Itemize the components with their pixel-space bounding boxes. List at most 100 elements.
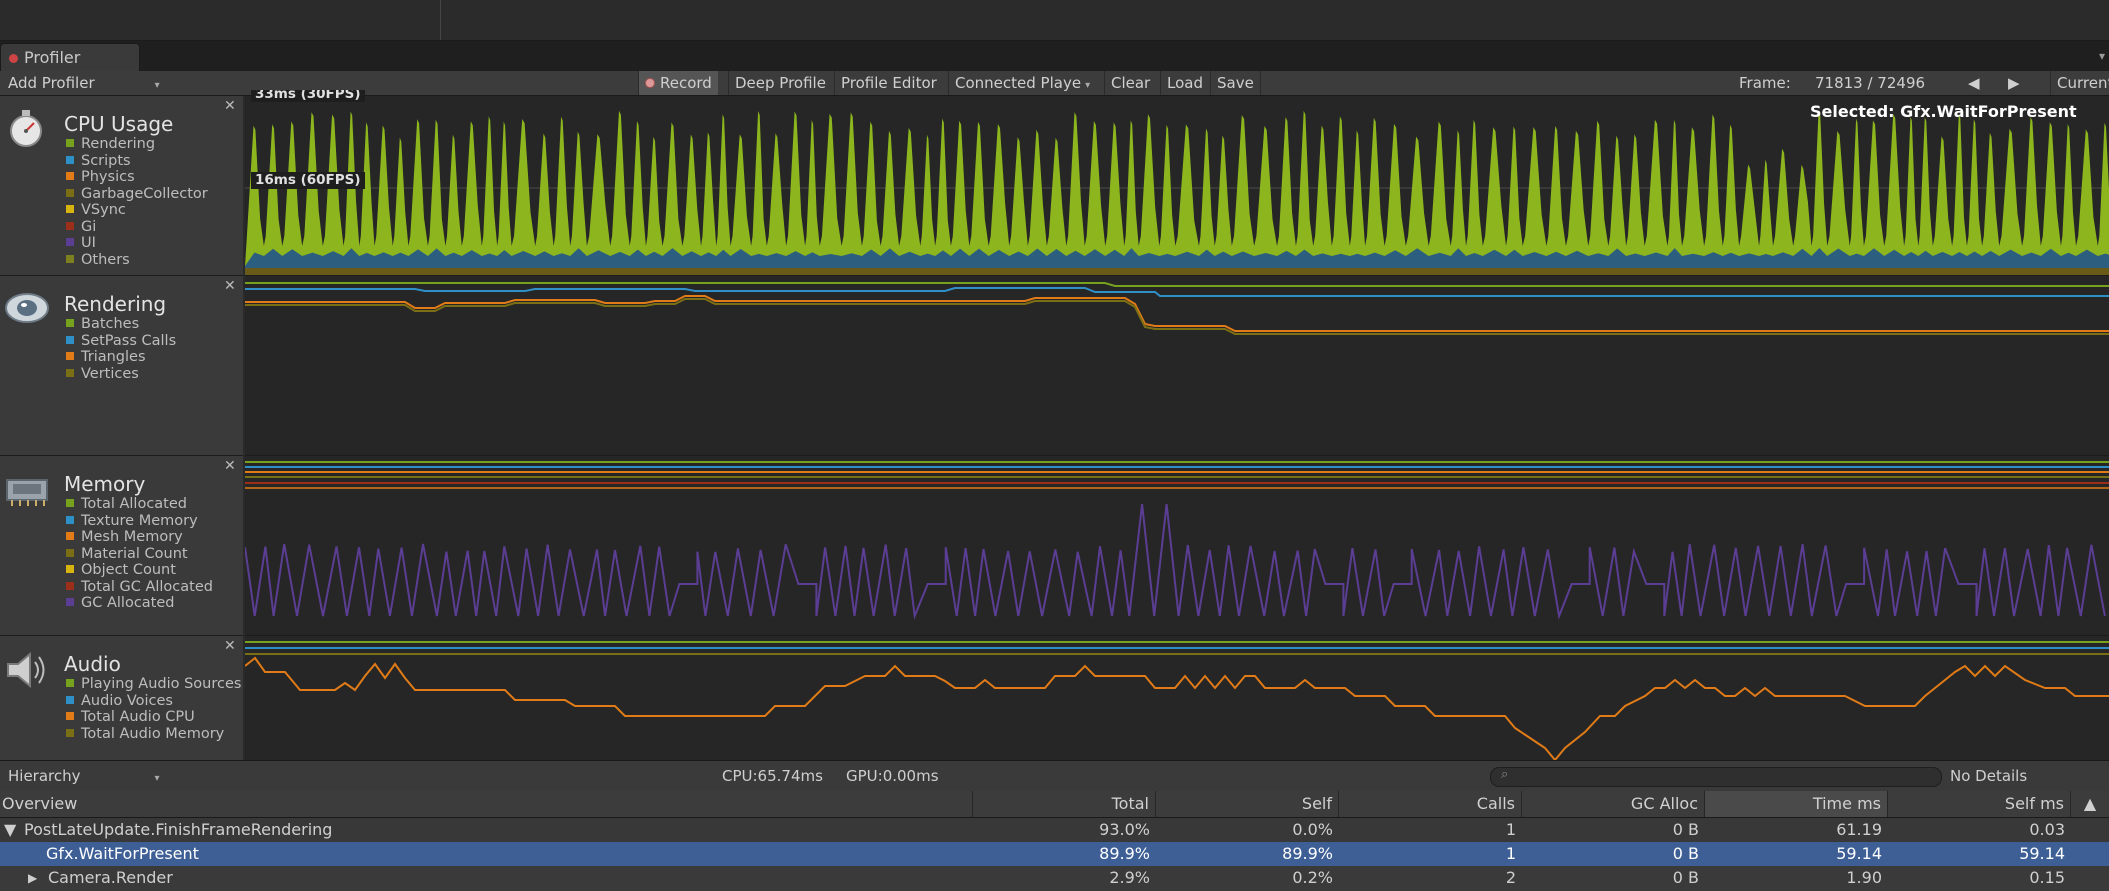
module-cpu-usage[interactable]: CPU Usage ✕ Rendering Scripts Physics Ga… [0,96,243,276]
legend-audio-playing-audio-sources[interactable]: Playing Audio Sources [66,676,241,693]
legend-rendering-triangles[interactable]: Triangles [66,349,146,366]
column-header-calls[interactable]: Calls [1339,791,1522,817]
legend-memory-texture-memory[interactable]: Texture Memory [66,513,198,530]
next-frame-icon[interactable]: ▶ [2008,71,2020,95]
row-name: PostLateUpdate.FinishFrameRendering [24,820,333,839]
legend-swatch [66,352,74,360]
legend-cpu-rendering[interactable]: Rendering [66,136,155,153]
legend-swatch [66,319,74,327]
audio-chart[interactable] [244,636,2109,762]
column-header-gc-alloc[interactable]: GC Alloc [1522,791,1705,817]
close-icon[interactable]: ✕ [224,638,236,654]
legend-cpu-gi[interactable]: Gi [66,219,96,236]
record-button[interactable]: Record [638,71,718,95]
row-expander-icon[interactable]: ▶ [28,866,37,890]
legend-swatch [66,679,74,687]
cpu-usage-graph[interactable]: 33ms (30FPS) 16ms (60FPS) Selected: Gfx.… [245,90,2109,276]
legend-memory-material-count[interactable]: Material Count [66,546,188,563]
legend-audio-total-audio-memory[interactable]: Total Audio Memory [66,726,224,743]
legend-cpu-scripts[interactable]: Scripts [66,153,131,170]
tab-profiler-label: Profiler [24,48,81,67]
legend-memory-gc-allocated[interactable]: GC Allocated [66,595,175,612]
legend-label: GarbageCollector [81,185,208,202]
profile-editor-button[interactable]: Profile Editor [834,71,943,95]
legend-swatch [66,155,74,164]
row-expander-icon[interactable]: ▼ [4,818,16,842]
legend-label: Mesh Memory [81,529,183,545]
legend-audio-audio-voices[interactable]: Audio Voices [66,693,173,710]
tab-profiler[interactable]: Profiler [0,43,140,71]
legend-cpu-physics[interactable]: Physics [66,169,135,186]
row-self-ms: 0.03 [2029,820,2065,839]
current-frame-button[interactable]: Current [2050,71,2109,95]
tab-menu-chevron-down-icon[interactable]: ▾ [2099,49,2105,63]
gpu-time-label: GPU:0.00ms [846,767,939,785]
view-mode-dropdown[interactable]: Hierarchy ▾ [8,761,178,794]
load-button[interactable]: Load [1160,71,1209,95]
view-mode-label: Hierarchy [8,767,81,785]
module-memory[interactable]: Memory ✕ Total Allocated Texture Memory … [0,456,243,636]
legend-swatch [66,205,74,213]
column-header-total[interactable]: Total [973,791,1156,817]
column-header-time-ms[interactable]: Time ms [1705,791,1888,817]
cpu-stopwatch-icon [10,110,42,147]
rendering-chart[interactable] [245,276,2109,455]
search-input[interactable]: ⌕ [1490,767,1942,787]
table-row[interactable]: ▶ Camera.Render 2.9% 0.2% 2 0 B 1.90 0.1… [0,866,2109,891]
legend-memory-total-allocated[interactable]: Total Allocated [66,496,187,513]
cpu-usage-chart[interactable] [245,96,2109,275]
legend-memory-mesh-memory[interactable]: Mesh Memory [66,529,183,546]
legend-rendering-vertices[interactable]: Vertices [66,366,139,383]
legend-swatch [66,712,74,720]
legend-cpu-garbagecollector[interactable]: GarbageCollector [66,186,208,203]
legend-audio-total-audio-cpu[interactable]: Total Audio CPU [66,709,195,726]
legend-cpu-ui[interactable]: UI [66,235,96,252]
memory-graph[interactable] [244,456,2109,636]
close-icon[interactable]: ✕ [224,98,236,114]
audio-speaker-icon [7,651,45,689]
connected-player-label: Connected Playe [955,74,1082,92]
hierarchy-table-header: Overview Total Self Calls GC Alloc Time … [0,791,2109,818]
sort-up-icon[interactable]: ▲ [2071,791,2109,817]
clear-button[interactable]: Clear [1104,71,1156,95]
legend-swatch [66,515,74,524]
column-header-self-ms[interactable]: Self ms [1888,791,2071,817]
column-header-overview[interactable]: Overview [0,791,973,817]
connected-player-dropdown[interactable]: Connected Playe ▾ [948,71,1109,95]
deep-profile-button[interactable]: Deep Profile [728,71,832,95]
legend-swatch [66,172,74,180]
legend-swatch [66,221,74,230]
legend-swatch [66,238,74,246]
add-profiler-label: Add Profiler [8,74,95,92]
column-header-self[interactable]: Self [1156,791,1339,817]
legend-memory-object-count[interactable]: Object Count [66,562,176,579]
table-row[interactable]: ▼ PostLateUpdate.FinishFrameRendering 93… [0,818,2109,842]
module-audio[interactable]: Audio ✕ Playing Audio Sources Audio Voic… [0,636,243,760]
rendering-setpass-line [245,287,2109,297]
legend-label: Others [81,251,130,268]
legend-rendering-setpass-calls[interactable]: SetPass Calls [66,333,176,350]
legend-label: Triangles [81,349,146,365]
close-icon[interactable]: ✕ [224,458,236,474]
table-row-selected[interactable]: Gfx.WaitForPresent 89.9% 89.9% 1 0 B 59.… [0,842,2109,866]
profiler-graph-area[interactable]: 33ms (30FPS) 16ms (60FPS) Selected: Gfx.… [244,90,2109,762]
legend-swatch [66,728,74,737]
legend-memory-total-gc-allocated[interactable]: Total GC Allocated [66,579,213,596]
legend-rendering-batches[interactable]: Batches [66,316,139,333]
details-mode-dropdown[interactable]: No Details [1950,761,2027,791]
module-rendering[interactable]: Rendering ✕ Batches SetPass Calls Triang… [0,276,243,456]
previous-frame-icon[interactable]: ◀ [1968,71,1980,95]
row-gc-alloc: 0 B [1672,844,1699,863]
save-button[interactable]: Save [1210,71,1261,95]
add-profiler-dropdown[interactable]: Add Profiler ▾ [8,71,178,95]
close-icon[interactable]: ✕ [224,278,236,294]
legend-cpu-vsync[interactable]: VSync [66,202,126,219]
audio-graph[interactable] [244,636,2109,762]
rendering-graph[interactable] [245,276,2109,456]
legend-label: Scripts [81,152,131,169]
legend-cpu-others[interactable]: Others [66,252,130,269]
legend-label: Object Count [81,562,176,578]
legend-swatch [66,548,74,557]
legend-label: Vertices [81,365,139,382]
memory-chart[interactable] [244,456,2109,635]
